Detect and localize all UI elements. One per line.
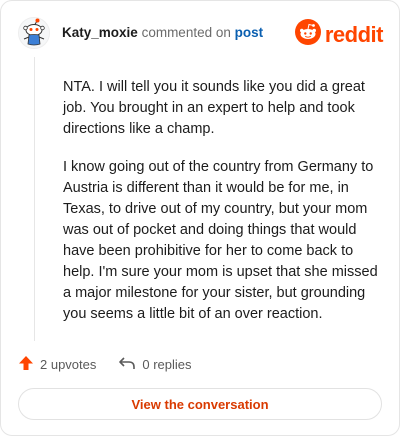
comment-header: Katy_moxie commented on post — [18, 17, 263, 49]
comment-paragraph: NTA. I will tell you it sounds like you … — [63, 79, 365, 137]
view-conversation-button[interactable]: View the conversation — [18, 388, 382, 420]
reddit-wordmark: reddit — [324, 21, 384, 47]
comment-actions: 2 upvotes 0 replies — [18, 355, 192, 374]
reddit-logo-icon — [294, 19, 321, 50]
username-link[interactable]: Katy_moxie — [62, 25, 138, 40]
comment-byline: Katy_moxie commented on post — [62, 25, 263, 41]
comment-paragraph: I know going out of the country from Ger… — [63, 159, 378, 322]
upvote-count: 2 upvotes — [40, 357, 97, 372]
post-link[interactable]: post — [235, 25, 264, 40]
snoo-avatar-icon[interactable] — [18, 17, 50, 49]
reddit-brand[interactable]: reddit — [294, 19, 384, 50]
upvote-arrow-icon — [18, 355, 40, 374]
reply-button[interactable]: 0 replies — [118, 355, 192, 374]
thread-line — [34, 57, 35, 341]
upvote-button[interactable]: 2 upvotes — [18, 355, 96, 374]
byline-action-text: commented on — [141, 25, 231, 40]
comment-card: Katy_moxie commented on post reddit NTA.… — [0, 0, 400, 436]
reply-count: 0 replies — [142, 357, 192, 372]
reply-arrow-icon — [118, 355, 142, 374]
comment-body: NTA. I will tell you it sounds like you … — [63, 77, 383, 342]
